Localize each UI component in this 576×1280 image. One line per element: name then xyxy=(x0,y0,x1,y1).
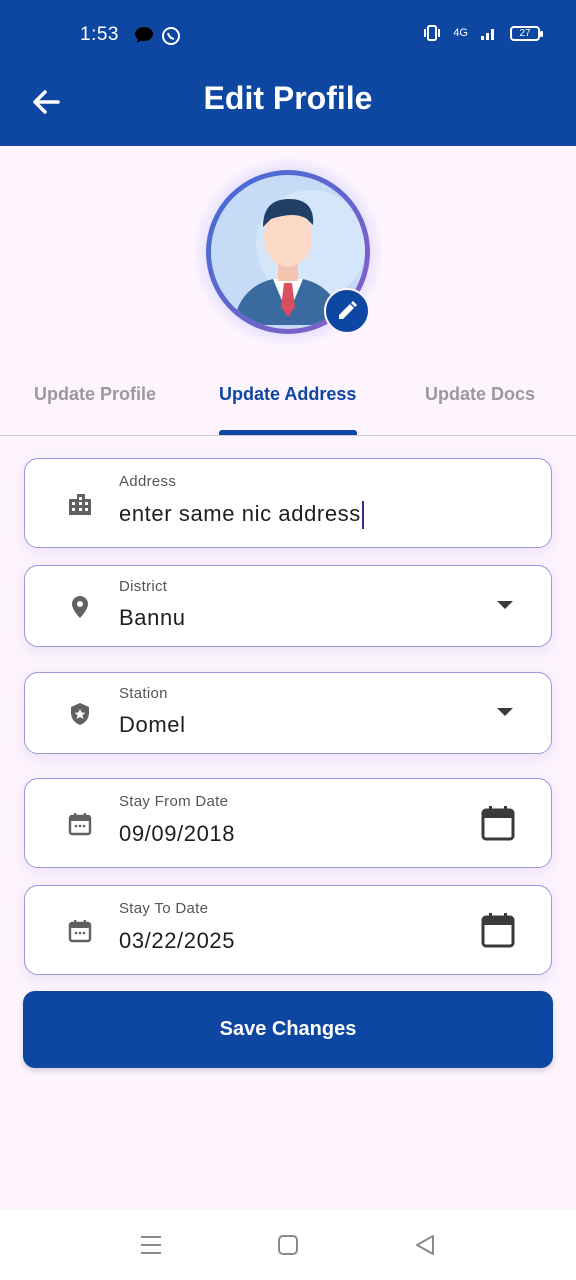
location-pin-icon xyxy=(72,596,88,618)
message-icon xyxy=(135,27,153,43)
vibrate-icon xyxy=(424,25,441,41)
address-input[interactable]: enter same nic address xyxy=(119,501,361,526)
save-changes-button[interactable]: Save Changes xyxy=(23,991,553,1068)
home-square-icon[interactable] xyxy=(275,1232,301,1258)
stay-to-date-field[interactable]: Stay To Date 03/22/2025 xyxy=(24,885,552,975)
building-icon xyxy=(69,494,91,515)
menu-icon[interactable] xyxy=(138,1232,164,1258)
station-label: Station xyxy=(119,685,168,702)
district-label: District xyxy=(119,578,168,595)
address-input-row[interactable]: enter same nic address xyxy=(119,501,364,530)
edit-pencil-icon xyxy=(339,301,357,319)
active-tab-indicator xyxy=(219,430,357,435)
edit-avatar-button[interactable] xyxy=(324,288,370,334)
station-dropdown[interactable]: Station Domel xyxy=(24,672,552,754)
battery-icon: 27 xyxy=(510,25,543,41)
page-title: Edit Profile xyxy=(203,80,373,116)
profile-tabs: Update Profile Update Address Update Doc… xyxy=(0,360,576,436)
dropdown-arrow-icon[interactable] xyxy=(495,706,515,718)
address-field[interactable]: Address enter same nic address xyxy=(24,458,552,548)
station-value: Domel xyxy=(119,712,186,737)
signal-icon xyxy=(481,29,494,40)
tab-update-address[interactable]: Update Address xyxy=(219,384,356,405)
app-bar: 1:53 4G 27 Edit Profile xyxy=(0,0,576,146)
stay-to-label: Stay To Date xyxy=(119,900,209,917)
status-right: 4G 27 xyxy=(423,24,543,42)
tab-update-profile[interactable]: Update Profile xyxy=(34,384,156,405)
stay-to-value: 03/22/2025 xyxy=(119,928,236,953)
whatsapp-icon xyxy=(162,27,180,45)
calendar-picker-icon[interactable] xyxy=(481,912,515,948)
tab-update-docs[interactable]: Update Docs xyxy=(425,384,535,405)
calendar-icon xyxy=(68,920,92,943)
system-nav-bar xyxy=(0,1210,576,1280)
address-label: Address xyxy=(119,473,177,490)
district-value: Bannu xyxy=(119,605,186,630)
text-caret xyxy=(361,501,364,530)
calendar-icon xyxy=(68,813,92,836)
calendar-picker-icon[interactable] xyxy=(481,805,515,841)
status-bar: 1:53 4G 27 xyxy=(0,0,576,72)
status-time: 1:53 xyxy=(80,24,119,45)
dropdown-arrow-icon[interactable] xyxy=(495,599,515,611)
network-label: 4G xyxy=(453,27,468,39)
district-dropdown[interactable]: District Bannu xyxy=(24,565,552,647)
stay-from-value: 09/09/2018 xyxy=(119,821,236,846)
profile-avatar xyxy=(194,158,382,346)
stay-from-label: Stay From Date xyxy=(119,793,229,810)
back-triangle-icon[interactable] xyxy=(412,1232,438,1258)
shield-star-icon xyxy=(71,703,89,725)
stay-from-date-field[interactable]: Stay From Date 09/09/2018 xyxy=(24,778,552,868)
